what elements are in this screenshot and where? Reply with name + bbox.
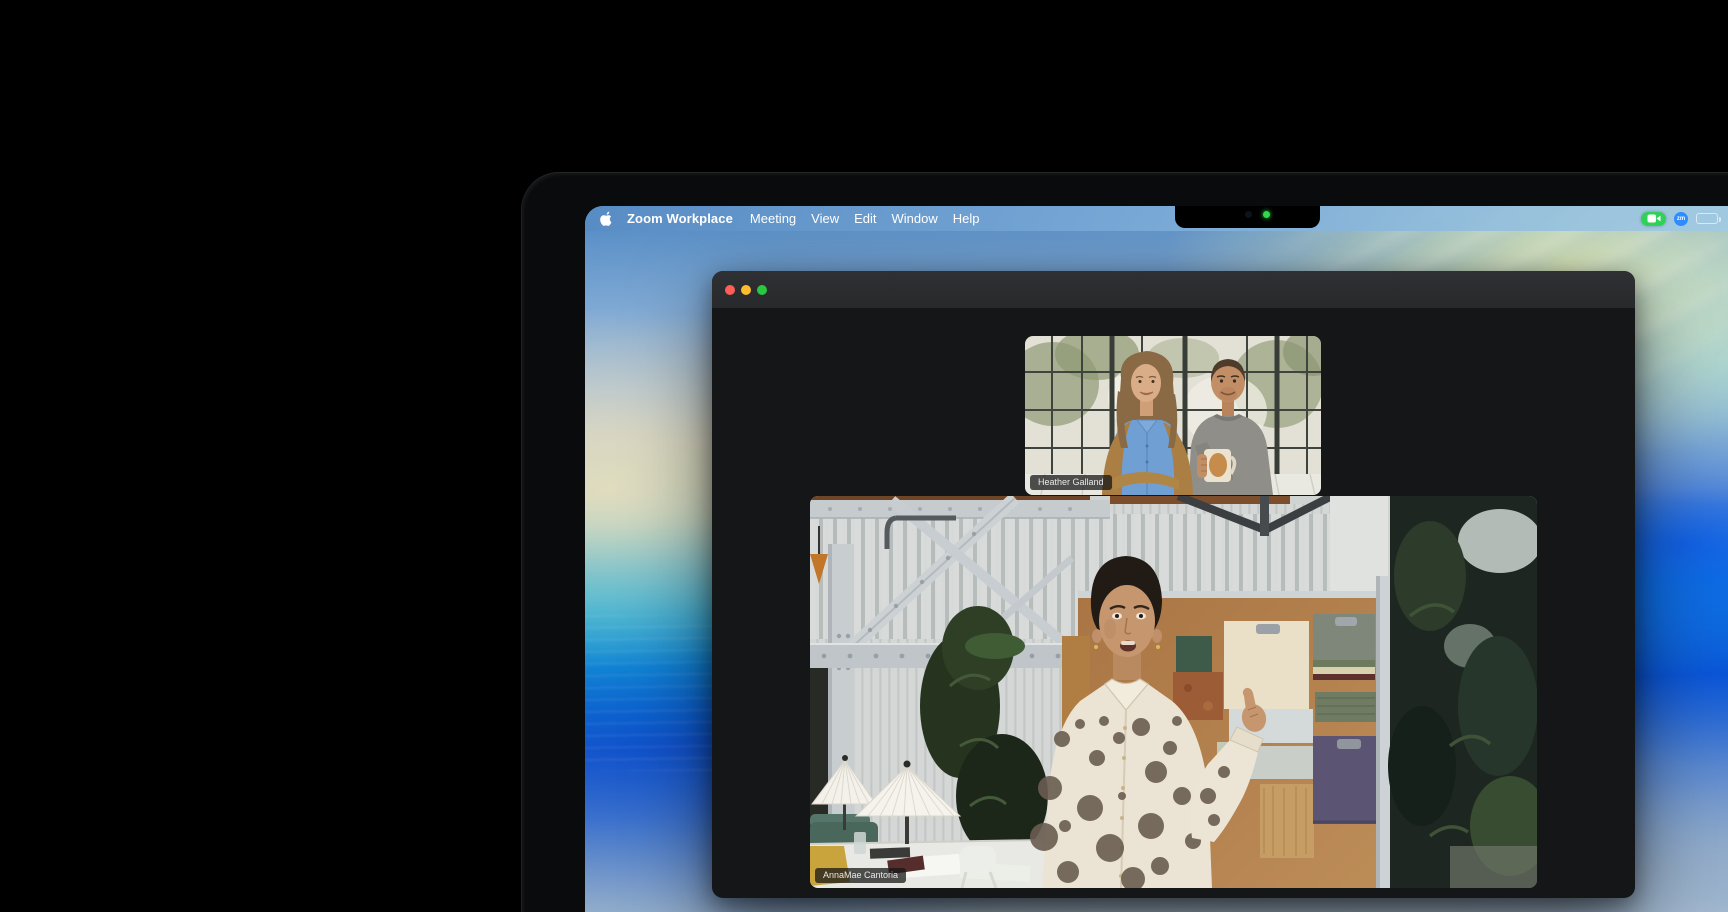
desktop: Zoom Workplace Meeting View Edit Window …	[0, 0, 1728, 912]
menu-app-name[interactable]: Zoom Workplace	[627, 211, 733, 226]
window-titlebar[interactable]	[712, 271, 1635, 308]
menu-meeting[interactable]: Meeting	[750, 211, 796, 226]
battery-nub	[1719, 217, 1722, 222]
apple-icon	[599, 211, 614, 227]
menu-help[interactable]: Help	[953, 211, 980, 226]
video-feed-couple	[1025, 336, 1321, 495]
camera-active-indicator[interactable]	[1641, 212, 1666, 226]
macbook-screen: Zoom Workplace Meeting View Edit Window …	[585, 206, 1728, 912]
menu-edit[interactable]: Edit	[854, 211, 876, 226]
video-camera-icon	[1647, 214, 1661, 223]
menu-bar: Zoom Workplace Meeting View Edit Window …	[585, 206, 1728, 231]
zoom-meeting-window: Heather Galland	[712, 271, 1635, 898]
apple-menu[interactable]	[599, 211, 614, 227]
menu-view[interactable]: View	[811, 211, 839, 226]
camera-on-indicator-light	[1263, 211, 1270, 218]
close-button[interactable]	[725, 285, 735, 295]
menubar-status-area: zm	[1641, 212, 1722, 226]
battery-indicator[interactable]	[1696, 213, 1718, 224]
participant-name-tag: Heather Galland	[1030, 475, 1112, 490]
plant-right	[1388, 496, 1537, 888]
facetime-camera-lens	[1245, 211, 1252, 218]
minimize-button[interactable]	[741, 285, 751, 295]
zoom-app-badge[interactable]: zm	[1674, 212, 1688, 226]
menu-window[interactable]: Window	[892, 211, 938, 226]
zoom-button[interactable]	[757, 285, 767, 295]
video-tile-large[interactable]: AnnaMae Cantoria	[810, 496, 1537, 888]
video-feed-speaker	[810, 496, 1537, 888]
participant-name-tag: AnnaMae Cantoria	[815, 868, 906, 883]
video-tile-small[interactable]: Heather Galland	[1025, 336, 1321, 495]
display-notch	[1175, 206, 1320, 228]
